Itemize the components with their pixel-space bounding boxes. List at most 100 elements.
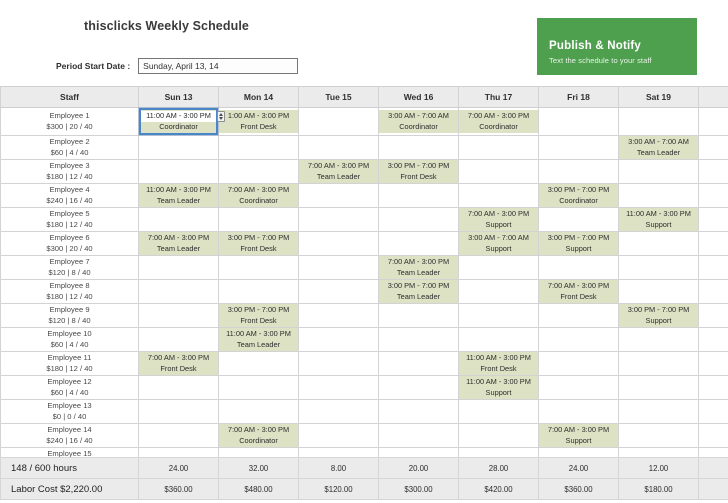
shift-cell-tue-15[interactable]	[298, 351, 379, 376]
shift-cell-thu-17[interactable]	[458, 183, 539, 208]
shift-cell-tue-15[interactable]	[298, 135, 379, 160]
shift-cell-sat-19[interactable]	[618, 399, 699, 424]
column-header-sun-13[interactable]: Sun 13	[138, 86, 219, 108]
shift-block[interactable]: 11:00 AM - 3:00 PM Coordinator	[139, 108, 225, 135]
shift-block[interactable]: 3:00 PM - 7:00 PM Front Desk	[219, 232, 298, 255]
shift-cell-thu-17[interactable]: 7:00 AM - 3:00 PM Support	[458, 207, 539, 232]
stepper-down-icon[interactable]	[219, 117, 223, 121]
shift-block[interactable]: 7:00 AM - 3:00 PM Coordinator	[219, 424, 298, 447]
shift-cell-sun-13[interactable]	[138, 423, 219, 448]
shift-cell-mon-14[interactable]: 3:00 PM - 7:00 PM Front Desk	[218, 231, 299, 256]
staff-cell[interactable]: Employee 14 $240 | 16 / 40	[0, 423, 139, 448]
shift-cell-mon-14[interactable]: 3:00 PM - 7:00 PM Front Desk	[218, 303, 299, 328]
shift-cell-sun-13[interactable]	[138, 375, 219, 400]
column-header-fri-18[interactable]: Fri 18	[538, 86, 619, 108]
shift-cell-tue-15[interactable]	[298, 207, 379, 232]
shift-cell-mon-14[interactable]: 11:00 AM - 3:00 PM Team Leader	[218, 327, 299, 352]
shift-cell-wed-16[interactable]	[378, 135, 459, 160]
shift-cell-tue-15[interactable]	[298, 279, 379, 304]
shift-cell-sat-19[interactable]	[618, 279, 699, 304]
staff-cell[interactable]: Employee 6 $300 | 20 / 40	[0, 231, 139, 256]
stepper-up-icon[interactable]	[219, 112, 223, 116]
shift-block[interactable]: 11:00 AM - 3:00 PM Front Desk	[459, 352, 538, 375]
shift-block[interactable]: 3:00 AM - 7:00 AM Support	[459, 232, 538, 255]
shift-cell-fri-18[interactable]	[538, 399, 619, 424]
shift-cell-thu-17[interactable]	[458, 303, 539, 328]
shift-cell-wed-16[interactable]: 3:00 AM - 7:00 AM Coordinator	[378, 107, 459, 136]
shift-block[interactable]: 3:00 AM - 7:00 AM Coordinator	[379, 110, 458, 133]
shift-block[interactable]: 7:00 AM - 3:00 PM Coordinator	[459, 110, 538, 133]
shift-cell-fri-18[interactable]: 3:00 PM - 7:00 PM Support	[538, 231, 619, 256]
shift-cell-sun-13[interactable]: 11:00 AM - 3:00 PM Coordinator	[138, 107, 225, 136]
shift-cell-mon-14[interactable]	[218, 375, 299, 400]
shift-cell-sat-19[interactable]	[618, 231, 699, 256]
period-start-date-input[interactable]	[138, 58, 299, 74]
shift-cell-sun-13[interactable]	[138, 303, 219, 328]
shift-block[interactable]: 7:00 AM - 3:00 PM Team Leader	[139, 232, 218, 255]
shift-cell-tue-15[interactable]	[298, 303, 379, 328]
shift-cell-sun-13[interactable]	[138, 399, 219, 424]
shift-cell-wed-16[interactable]	[378, 351, 459, 376]
shift-cell-mon-14[interactable]	[218, 135, 299, 160]
shift-cell-wed-16[interactable]: 3:00 PM - 7:00 PM Team Leader	[378, 279, 459, 304]
shift-cell-mon-14[interactable]	[218, 399, 299, 424]
shift-block[interactable]: 7:00 AM - 3:00 PM Support	[459, 208, 538, 231]
staff-cell[interactable]: Employee 1 $300 | 20 / 40	[0, 107, 139, 136]
shift-block[interactable]: 7:00 AM - 3:00 PM Front Desk	[139, 352, 218, 375]
shift-cell-sat-19[interactable]: 11:00 AM - 3:00 PM Support	[618, 207, 699, 232]
staff-cell[interactable]: Employee 13 $0 | 0 / 40	[0, 399, 139, 424]
shift-block[interactable]: 7:00 AM - 3:00 PM Coordinator	[219, 184, 298, 207]
shift-block[interactable]: 1:00 AM - 3:00 PM Front Desk	[219, 110, 298, 133]
shift-cell-sun-13[interactable]	[138, 279, 219, 304]
staff-cell[interactable]: Employee 4 $240 | 16 / 40	[0, 183, 139, 208]
shift-cell-wed-16[interactable]	[378, 207, 459, 232]
shift-block[interactable]: 3:00 PM - 7:00 PM Coordinator	[539, 184, 618, 207]
shift-cell-thu-17[interactable]	[458, 399, 539, 424]
shift-cell-fri-18[interactable]: 7:00 AM - 3:00 PM Front Desk	[538, 279, 619, 304]
shift-cell-mon-14[interactable]	[218, 159, 299, 184]
shift-cell-mon-14[interactable]	[218, 255, 299, 280]
shift-stepper[interactable]	[217, 111, 225, 122]
shift-cell-sun-13[interactable]	[138, 327, 219, 352]
shift-cell-fri-18[interactable]	[538, 351, 619, 376]
staff-cell[interactable]: Employee 10 $60 | 4 / 40	[0, 327, 139, 352]
shift-block[interactable]: 7:00 AM - 3:00 PM Support	[539, 424, 618, 447]
shift-cell-wed-16[interactable]: 7:00 AM - 3:00 PM Team Leader	[378, 255, 459, 280]
shift-cell-sun-13[interactable]: 11:00 AM - 3:00 PM Team Leader	[138, 183, 219, 208]
shift-cell-mon-14[interactable]: 1:00 AM - 3:00 PM Front Desk	[218, 107, 299, 136]
shift-cell-mon-14[interactable]: 7:00 AM - 3:00 PM Coordinator	[218, 183, 299, 208]
shift-cell-sat-19[interactable]	[618, 375, 699, 400]
shift-cell-mon-14[interactable]	[218, 207, 299, 232]
shift-block[interactable]: 11:00 AM - 3:00 PM Team Leader	[139, 184, 218, 207]
shift-cell-wed-16[interactable]	[378, 327, 459, 352]
shift-cell-fri-18[interactable]: 7:00 AM - 3:00 PM Support	[538, 423, 619, 448]
shift-cell-sat-19[interactable]	[618, 183, 699, 208]
column-header-mon-14[interactable]: Mon 14	[218, 86, 299, 108]
column-header-sat-19[interactable]: Sat 19	[618, 86, 699, 108]
shift-cell-wed-16[interactable]	[378, 183, 459, 208]
shift-cell-sun-13[interactable]: 7:00 AM - 3:00 PM Team Leader	[138, 231, 219, 256]
shift-cell-fri-18[interactable]	[538, 159, 619, 184]
shift-block[interactable]: 11:00 AM - 3:00 PM Support	[619, 208, 698, 231]
staff-cell[interactable]: Employee 2 $60 | 4 / 40	[0, 135, 139, 160]
shift-cell-wed-16[interactable]: 3:00 PM - 7:00 PM Front Desk	[378, 159, 459, 184]
shift-cell-tue-15[interactable]	[298, 183, 379, 208]
shift-cell-mon-14[interactable]: 7:00 AM - 3:00 PM Coordinator	[218, 423, 299, 448]
staff-cell[interactable]: Employee 7 $120 | 8 / 40	[0, 255, 139, 280]
shift-cell-thu-17[interactable]: 11:00 AM - 3:00 PM Support	[458, 375, 539, 400]
shift-cell-mon-14[interactable]	[218, 351, 299, 376]
shift-cell-fri-18[interactable]: 3:00 PM - 7:00 PM Coordinator	[538, 183, 619, 208]
shift-cell-fri-18[interactable]	[538, 135, 619, 160]
shift-cell-sun-13[interactable]	[138, 207, 219, 232]
staff-cell[interactable]: Employee 3 $180 | 12 / 40	[0, 159, 139, 184]
shift-cell-thu-17[interactable]	[458, 255, 539, 280]
shift-cell-wed-16[interactable]	[378, 399, 459, 424]
shift-block[interactable]: 7:00 AM - 3:00 PM Team Leader	[299, 160, 378, 183]
shift-block[interactable]: 11:00 AM - 3:00 PM Team Leader	[219, 328, 298, 351]
shift-cell-sat-19[interactable]	[618, 107, 699, 136]
shift-cell-sun-13[interactable]: 7:00 AM - 3:00 PM Front Desk	[138, 351, 219, 376]
shift-cell-tue-15[interactable]	[298, 107, 379, 136]
column-header-tue-15[interactable]: Tue 15	[298, 86, 379, 108]
shift-cell-wed-16[interactable]	[378, 375, 459, 400]
shift-cell-tue-15[interactable]	[298, 375, 379, 400]
